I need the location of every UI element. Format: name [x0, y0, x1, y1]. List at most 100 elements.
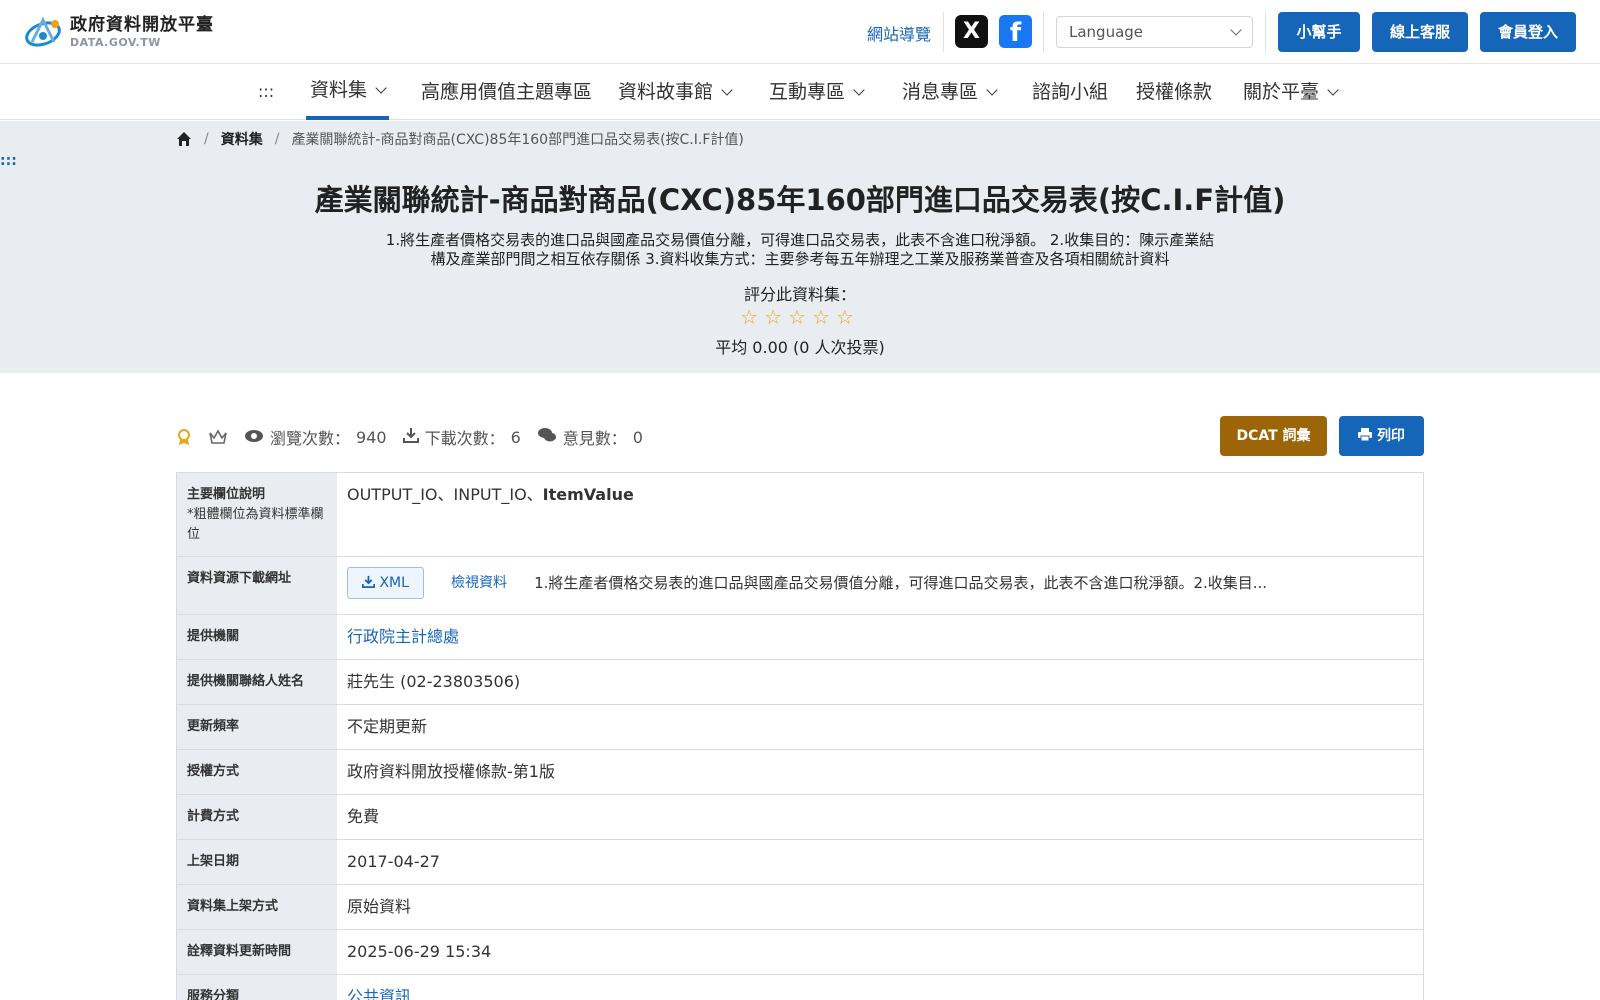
chevron-down-icon [853, 84, 865, 96]
view-data-link[interactable]: 檢視資料 [451, 571, 507, 595]
table-row: 提供機關聯絡人姓名 莊先生 (02-23803506) [177, 660, 1423, 705]
logo-title: 政府資料開放平臺 [70, 14, 214, 35]
print-button[interactable]: 列印 [1339, 416, 1424, 456]
row-value-link[interactable]: 公共資訊 [347, 987, 411, 1000]
row-value: 不定期更新 [337, 705, 1423, 749]
row-value-text: 2017-04-27 [347, 852, 440, 871]
download-count: 下載次數： 6 [402, 425, 521, 449]
downloads-value: 6 [510, 427, 521, 447]
nav-item-datasets[interactable]: 資料集 [306, 64, 390, 120]
row-value: 莊先生 (02-23803506) [337, 660, 1423, 704]
nav-menu-icon[interactable]: ::: [258, 64, 274, 120]
nav-item-license[interactable]: 授權條款 [1136, 64, 1212, 120]
divider [1265, 12, 1266, 52]
chevron-down-icon [721, 84, 733, 96]
nav-item-label: 諮詢小組 [1032, 81, 1109, 103]
online-support-button[interactable]: 線上客服 [1372, 12, 1468, 52]
row-value-text: 原始資料 [347, 897, 412, 916]
view-count: 瀏覽次數： 940 [244, 425, 387, 449]
language-select-value: Language [1069, 23, 1144, 41]
print-label: 列印 [1376, 428, 1405, 444]
rating-label: 評分此資料集： [743, 285, 856, 304]
row-value-text: 免費 [347, 807, 380, 826]
row-value: 公共資訊 [337, 975, 1423, 1000]
row-value: XML 檢視資料 1.將生產者價格交易表的進口品與國產品交易價值分離，可得進口品… [337, 557, 1423, 614]
row-header: 服務分類 [177, 975, 337, 1000]
row-header: 授權方式 [177, 750, 337, 794]
logo-icon [22, 12, 64, 52]
dcat-vocabulary-button[interactable]: DCAT 詞彙 [1220, 416, 1327, 456]
row-value-text: 不定期更新 [347, 717, 428, 736]
nav-item-news[interactable]: 消息專區 [902, 64, 998, 120]
comments-icon [537, 427, 557, 447]
row-value: 原始資料 [337, 885, 1423, 929]
nav-item-label: 資料故事館 [618, 81, 714, 103]
views-label: 瀏覽次數： [270, 429, 351, 448]
top-header: 政府資料開放平臺 DATA.GOV.TW 網站導覽 X f Language 小… [0, 0, 1600, 64]
comment-count: 意見數： 0 [537, 425, 643, 449]
table-row: 更新頻率 不定期更新 [177, 705, 1423, 750]
row-header: 上架日期 [177, 840, 337, 884]
nav-item-advisory[interactable]: 諮詢小組 [1032, 64, 1108, 120]
comments-value: 0 [632, 427, 643, 447]
row-note: *粗體欄位為資料標準欄位 [187, 507, 324, 542]
sitemap-link[interactable]: 網站導覽 [867, 21, 931, 45]
fields-plain: OUTPUT_IO、INPUT_IO、 [347, 485, 543, 504]
nav-item-label: 消息專區 [902, 81, 979, 103]
breadcrumb-datasets[interactable]: 資料集 [221, 129, 263, 149]
comments-label: 意見數： [562, 429, 627, 448]
breadcrumb-current: 產業關聯統計-商品對商品(CXC)85年160部門進口品交易表(按C.I.F計值… [291, 132, 744, 148]
dataset-hero: / 資料集 / 產業關聯統計-商品對商品(CXC)85年160部門進口品交易表(… [0, 121, 1600, 373]
fields-bold: ItemValue [542, 485, 634, 504]
home-icon[interactable] [176, 131, 192, 147]
dataset-description: 1.將生產者價格交易表的進口品與國產品交易價值分離，可得進口品交易表，此表不含進… [385, 231, 1215, 268]
download-icon [361, 575, 379, 591]
rating-average: 平均 0.00 (0 人次投票) [715, 338, 885, 357]
row-label: 提供機關 [187, 629, 240, 644]
member-login-button[interactable]: 會員登入 [1480, 12, 1576, 52]
nav-item-label: 高應用價值主題專區 [421, 81, 593, 103]
divider [1043, 12, 1044, 52]
row-value-text: 2025-06-29 15:34 [347, 942, 492, 961]
facebook-share-icon[interactable]: f [999, 15, 1032, 48]
row-value: 免費 [337, 795, 1423, 839]
breadcrumb-separator: / [274, 131, 280, 147]
row-header: 資料資源下載網址 [177, 557, 337, 614]
star-rating-input[interactable]: ☆☆☆☆☆ [0, 305, 1600, 329]
language-select[interactable]: Language [1056, 16, 1253, 48]
content-anchor-link[interactable]: ::: [0, 153, 17, 169]
breadcrumb: / 資料集 / 產業關聯統計-商品對商品(CXC)85年160部門進口品交易表(… [176, 129, 744, 149]
row-label: 資料資源下載網址 [187, 571, 292, 586]
nav-item-interactive[interactable]: 互動專區 [769, 64, 865, 120]
views-value: 940 [356, 427, 387, 447]
logo-subtitle: DATA.GOV.TW [70, 35, 161, 49]
chevron-down-icon [1230, 24, 1242, 36]
nav-item-label: 授權條款 [1136, 81, 1213, 103]
table-row: 資料資源下載網址 XML 檢視資料 1.將生產者價格交易表的進口品與國產品交易價… [177, 557, 1423, 615]
row-value-text: 政府資料開放授權條款-第1版 [347, 762, 555, 781]
x-share-icon[interactable]: X [955, 15, 988, 48]
chevron-down-icon [986, 84, 998, 96]
row-label: 授權方式 [187, 764, 240, 779]
row-value: 2025-06-29 15:34 [337, 930, 1423, 974]
nav-item-label: 關於平臺 [1243, 81, 1320, 103]
nav-item-stories[interactable]: 資料故事館 [618, 64, 733, 120]
row-value-text: 莊先生 (02-23803506) [347, 672, 521, 691]
helper-button[interactable]: 小幫手 [1278, 12, 1360, 52]
eye-icon [244, 428, 264, 447]
nav-item-about[interactable]: 關於平臺 [1243, 64, 1339, 120]
resource-description: 1.將生產者價格交易表的進口品與國產品交易價值分離，可得進口品交易表，此表不含進… [534, 573, 1268, 592]
download-icon [402, 427, 419, 447]
page-title: 產業關聯統計-商品對商品(CXC)85年160部門進口品交易表(按C.I.F計值… [314, 183, 1286, 217]
xml-download-button[interactable]: XML [347, 567, 424, 599]
row-label: 更新頻率 [187, 719, 240, 734]
row-value-link[interactable]: 行政院主計總處 [347, 627, 459, 646]
row-value: 2017-04-27 [337, 840, 1423, 884]
divider [943, 12, 944, 52]
row-label: 主要欄位說明 [187, 487, 266, 502]
nav-item-high-value[interactable]: 高應用價值主題專區 [421, 64, 592, 120]
row-value: OUTPUT_IO、INPUT_IO、ItemValue [337, 473, 1423, 556]
site-logo[interactable]: 政府資料開放平臺 DATA.GOV.TW [22, 12, 214, 52]
table-row: 上架日期 2017-04-27 [177, 840, 1423, 885]
xml-label: XML [379, 575, 409, 591]
